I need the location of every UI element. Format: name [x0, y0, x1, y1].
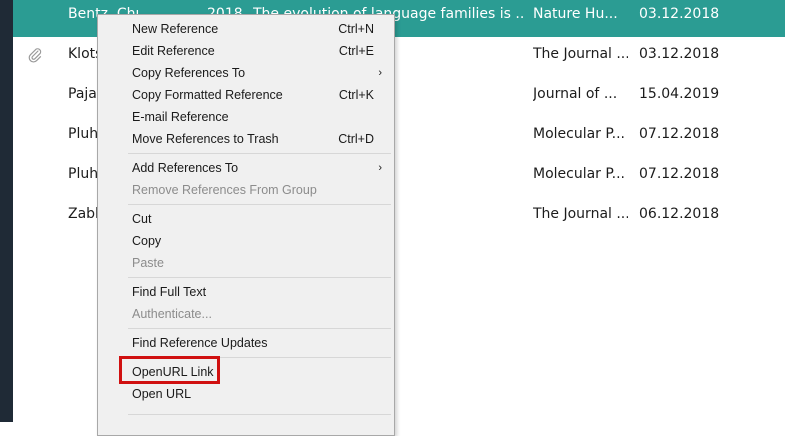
journal-cell: Molecular P... — [533, 166, 626, 182]
menu-item-authenticate: Authenticate... — [98, 303, 394, 325]
menu-item-shortcut: Ctrl+N — [338, 22, 374, 36]
menu-separator — [128, 153, 391, 154]
menu-item-edit-reference[interactable]: Edit Reference Ctrl+E — [98, 40, 394, 62]
journal-cell: Nature Hu... — [533, 6, 618, 22]
menu-item-label: Authenticate... — [132, 307, 212, 321]
menu-item-shortcut: Ctrl+D — [338, 132, 374, 146]
menu-item-copy-formatted-reference[interactable]: Copy Formatted Reference Ctrl+K — [98, 84, 394, 106]
menu-item-new-reference[interactable]: New Reference Ctrl+N — [98, 18, 394, 40]
menu-item-label: Edit Reference — [132, 44, 215, 58]
chevron-right-icon: › — [378, 67, 382, 79]
menu-item-cut[interactable]: Cut — [98, 208, 394, 230]
menu-item-label: Remove References From Group — [132, 183, 317, 197]
menu-item-move-to-trash[interactable]: Move References to Trash Ctrl+D — [98, 128, 394, 150]
menu-item-find-reference-updates[interactable]: Find Reference Updates — [98, 332, 394, 354]
menu-item-shortcut: Ctrl+E — [338, 44, 374, 58]
menu-item-copy[interactable]: Copy — [98, 230, 394, 252]
menu-separator — [128, 414, 391, 415]
date-cell: 15.04.2019 — [639, 86, 720, 102]
chevron-right-icon: › — [378, 162, 382, 174]
menu-item-label: Add References To — [132, 161, 239, 175]
highlight-box — [119, 356, 220, 384]
sidebar-strip — [0, 0, 13, 422]
menu-item-remove-from-group: Remove References From Group — [98, 179, 394, 201]
journal-cell: The Journal ... — [533, 206, 628, 222]
menu-item-label: Move References to Trash — [132, 132, 279, 146]
menu-item-label: Copy References To — [132, 66, 246, 80]
date-cell: 07.12.2018 — [639, 166, 720, 182]
menu-item-label: E-mail Reference — [132, 110, 229, 124]
date-cell: 03.12.2018 — [639, 6, 720, 22]
menu-item-label: Copy — [132, 234, 162, 248]
journal-cell: Journal of ... — [533, 86, 618, 102]
menu-separator — [128, 204, 391, 205]
menu-separator — [128, 277, 391, 278]
menu-item-label: New Reference — [132, 22, 219, 36]
menu-item-label: Open URL — [132, 387, 192, 401]
date-cell: 03.12.2018 — [639, 46, 720, 62]
menu-item-label: Find Reference Updates — [132, 336, 268, 350]
menu-separator — [128, 328, 391, 329]
menu-item-find-full-text[interactable]: Find Full Text — [98, 281, 394, 303]
journal-cell: Molecular P... — [533, 126, 626, 142]
menu-item-shortcut: Ctrl+K — [338, 88, 374, 102]
menu-item-label: Cut — [132, 212, 152, 226]
menu-item-label: Copy Formatted Reference — [132, 88, 283, 102]
journal-cell: The Journal ... — [533, 46, 628, 62]
date-cell: 06.12.2018 — [639, 206, 720, 222]
menu-item-label: Find Full Text — [132, 285, 207, 299]
menu-item-copy-references-to[interactable]: Copy References To › — [98, 62, 394, 84]
menu-item-paste: Paste — [98, 252, 394, 274]
menu-item-label: Paste — [132, 256, 164, 270]
date-cell: 07.12.2018 — [639, 126, 720, 142]
menu-item-open-url[interactable]: Open URL — [98, 383, 394, 405]
menu-item-add-references-to[interactable]: Add References To › — [98, 157, 394, 179]
paperclip-icon — [28, 48, 42, 63]
menu-item-email-reference[interactable]: E-mail Reference — [98, 106, 394, 128]
